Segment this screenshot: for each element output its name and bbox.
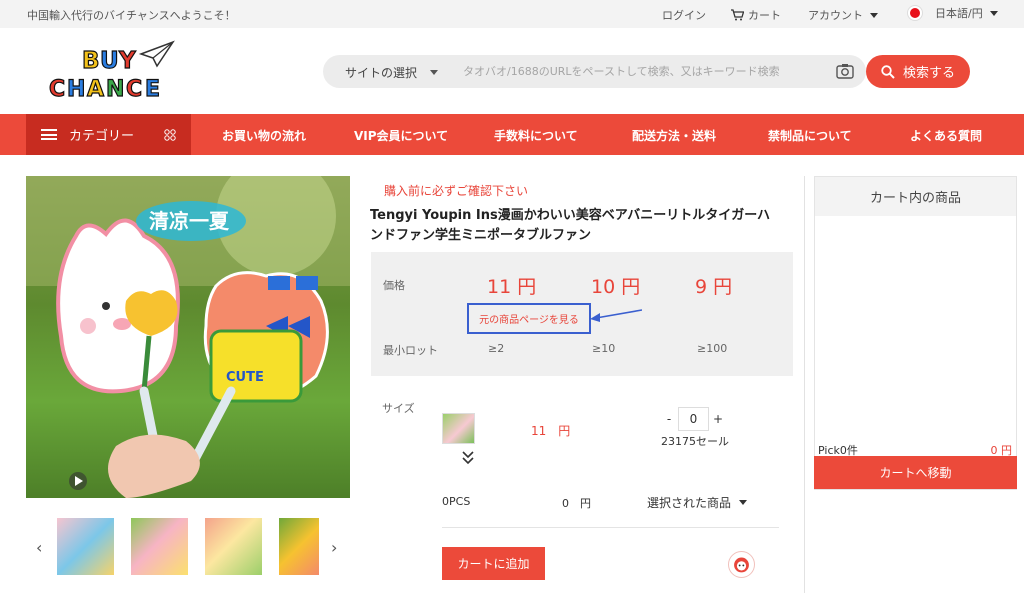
cart-icon <box>731 9 744 21</box>
account-menu[interactable]: アカウント <box>808 7 878 23</box>
support-chat-icon[interactable] <box>728 551 755 578</box>
selected-items-toggle[interactable]: 選択された商品 <box>647 494 748 511</box>
chevron-down-icon <box>870 12 878 18</box>
size-label: サイズ <box>382 402 415 415</box>
product-image[interactable]: CUTE 清凉一夏 <box>26 176 350 498</box>
decrease-button[interactable]: - <box>660 412 678 426</box>
variant-thumbnail[interactable] <box>442 413 475 444</box>
chevron-left-icon[interactable]: ‹ <box>36 538 42 557</box>
svg-text:C: C <box>126 77 142 102</box>
grid-icon <box>164 128 176 141</box>
divider <box>442 527 779 528</box>
banner-text: 清凉一夏 <box>149 209 230 233</box>
price-tier-2: 10 円 <box>591 276 641 298</box>
svg-text:N: N <box>106 77 124 102</box>
site-select-label: サイトの選択 <box>345 66 418 80</box>
cart-panel: カート内の商品 Pick0件 0 円 <box>814 176 1017 490</box>
quantity-stepper: - 0 + <box>660 407 727 431</box>
nav-prohibited[interactable]: 禁制品について <box>768 127 852 144</box>
svg-text:B: B <box>82 48 100 74</box>
search-input[interactable] <box>463 60 823 83</box>
thumbnail[interactable] <box>131 518 188 575</box>
category-label: カテゴリー <box>69 129 135 144</box>
product-illustration: CUTE 清凉一夏 <box>26 176 350 498</box>
increase-button[interactable]: + <box>709 412 727 426</box>
selected-pcs: 0PCS <box>442 495 471 508</box>
cart-link-label: カート <box>748 9 781 22</box>
japan-flag-icon <box>907 5 923 21</box>
top-bar: 中国輸入代行のバイチャンスへようこそ！ ログイン カート アカウント 日本語/円 <box>0 0 1024 28</box>
cart-link[interactable]: カート <box>731 7 781 23</box>
menu-icon <box>41 129 57 140</box>
language-menu[interactable]: 日本語/円 <box>907 5 998 21</box>
cute-badge-text: CUTE <box>226 370 264 385</box>
add-to-cart-button[interactable]: カートに追加 <box>442 547 545 580</box>
thumbnail[interactable] <box>279 518 319 575</box>
account-label: アカウント <box>808 9 863 22</box>
site-select[interactable]: サイトの選択 <box>345 64 439 81</box>
chevron-down-icon <box>989 10 998 16</box>
price-label: 価格 <box>383 279 405 292</box>
nav-shipping[interactable]: 配送方法・送料 <box>632 127 716 144</box>
search-icon <box>881 64 895 79</box>
selected-total: 0 円 <box>562 497 591 510</box>
price-tier-3: 9 円 <box>695 276 733 298</box>
buy-chance-logo[interactable]: B U Y C H A N C E <box>45 40 175 102</box>
quantity-input[interactable]: 0 <box>678 407 709 431</box>
category-menu[interactable]: カテゴリー <box>26 114 191 155</box>
svg-text:H: H <box>67 77 85 102</box>
search-button[interactable]: 検索する <box>866 55 970 88</box>
chevron-right-icon[interactable]: › <box>331 538 337 557</box>
stock-count: 23175セール <box>661 435 729 448</box>
column-divider <box>804 176 805 593</box>
cart-panel-title: カート内の商品 <box>815 177 1016 216</box>
thumbnail-carousel: ‹ › <box>26 518 350 578</box>
thumbnail[interactable] <box>57 518 114 575</box>
camera-icon[interactable] <box>836 63 854 79</box>
nav-faq[interactable]: よくある質問 <box>910 127 982 144</box>
svg-text:Y: Y <box>118 48 136 74</box>
nav-fees[interactable]: 手数料について <box>494 127 578 144</box>
chevron-down-icon <box>739 500 748 505</box>
lot-tier-2: ≥10 <box>592 342 616 355</box>
double-chevron-down-icon[interactable] <box>462 451 474 465</box>
search-button-label: 検索する <box>902 66 955 81</box>
thumbnail[interactable] <box>205 518 262 575</box>
search-bar: サイトの選択 <box>323 55 866 88</box>
annotation-arrow <box>590 309 642 322</box>
view-original-link[interactable]: 元の商品ページを見る <box>467 303 591 334</box>
selected-items-label: 選択された商品 <box>647 496 732 510</box>
svg-text:A: A <box>87 77 104 102</box>
welcome-text: 中国輸入代行のバイチャンスへようこそ！ <box>27 9 236 22</box>
svg-text:C: C <box>49 77 65 102</box>
login-link[interactable]: ログイン <box>662 7 706 23</box>
nav-shopping-flow[interactable]: お買い物の流れ <box>222 127 306 144</box>
product-title: Tengyi Youpin Ins漫画かわいい美容ベアバニーリトルタイガーハンド… <box>370 208 770 243</box>
purchase-notice[interactable]: 購入前に必ずご確認下さい <box>384 182 528 199</box>
go-to-cart-button[interactable]: カートへ移動 <box>814 456 1017 489</box>
chevron-down-icon <box>430 70 439 75</box>
min-lot-label: 最小ロット <box>383 344 438 357</box>
price-tier-1: 11 円 <box>487 276 537 298</box>
nav-vip[interactable]: VIP会員について <box>354 127 448 144</box>
variant-price: 11 円 <box>531 424 571 438</box>
lot-tier-1: ≥2 <box>488 342 505 355</box>
language-label: 日本語/円 <box>935 7 983 20</box>
lot-tier-3: ≥100 <box>697 342 728 355</box>
svg-text:U: U <box>100 48 119 74</box>
svg-text:E: E <box>145 77 160 102</box>
main-nav: カテゴリー お買い物の流れ VIP会員について 手数料について 配送方法・送料 … <box>0 114 1024 155</box>
